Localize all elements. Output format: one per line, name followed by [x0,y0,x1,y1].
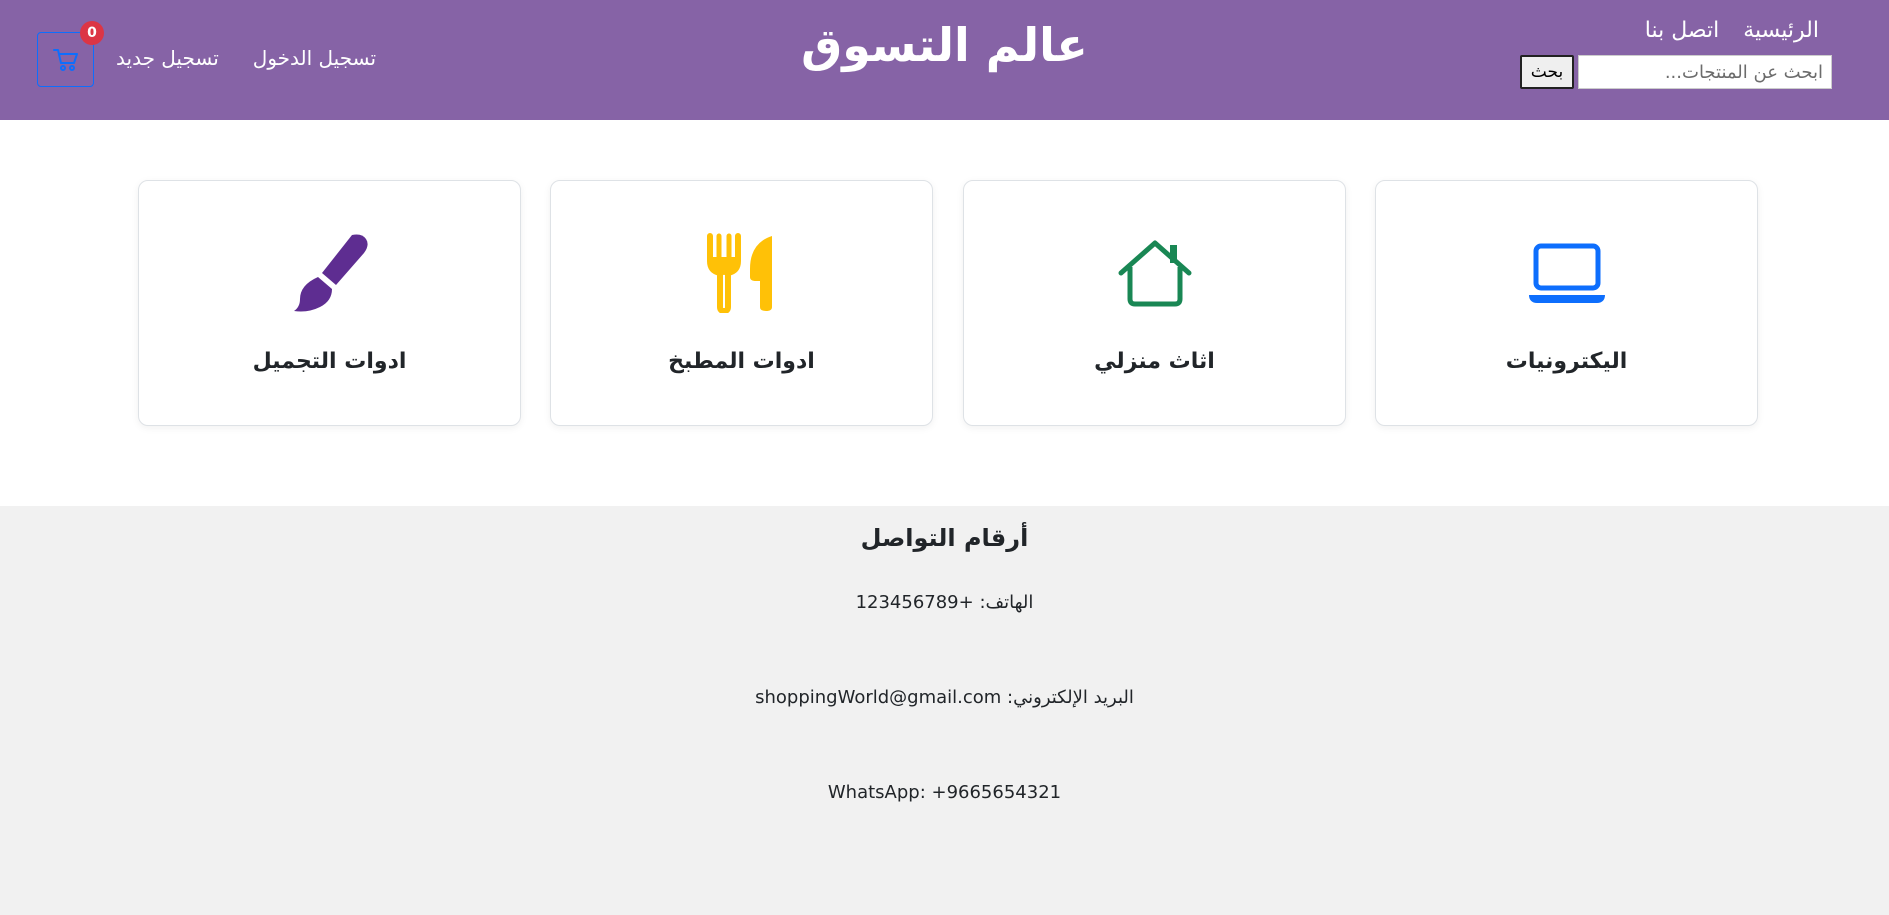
category-card-electronics[interactable]: اليكترونيات [1375,180,1758,426]
site-footer: أرقام التواصل الهاتف: +123456789 البريد … [0,506,1889,915]
login-link[interactable]: تسجيل الدخول [253,46,376,70]
utensils-icon [706,233,772,313]
footer-whatsapp: WhatsApp: +9665654321 [827,782,1062,803]
brush-icon [293,234,368,312]
category-label: اليكترونيات [1505,349,1628,374]
site-header: الرئيسية اتصل بنا بحث عالم التسوق تسجيل … [0,0,1889,120]
category-card-beauty[interactable]: ادوات التجميل [138,180,521,426]
footer-title: أرقام التواصل [860,524,1029,552]
footer-phone: الهاتف: +123456789 [855,592,1034,613]
register-link[interactable]: تسجيل جديد [116,46,219,70]
laptop-icon [1528,243,1605,303]
house-icon [1118,240,1191,307]
category-label: اثاث منزلي [1094,349,1215,374]
footer-email: البريد الإلكتروني: shoppingWorld@gmail.c… [755,687,1134,708]
cart-icon [52,48,78,71]
category-label: ادوات التجميل [252,349,407,374]
category-card-kitchen[interactable]: ادوات المطبخ [550,180,933,426]
category-grid: اليكترونيات اثاث منزلي ادوات المطبخ ادوا… [138,180,1758,426]
category-card-furniture[interactable]: اثاث منزلي [963,180,1346,426]
auth-links: تسجيل الدخول تسجيل جديد [116,46,376,70]
cart-count-badge: 0 [80,21,104,45]
category-label: ادوات المطبخ [668,349,815,374]
